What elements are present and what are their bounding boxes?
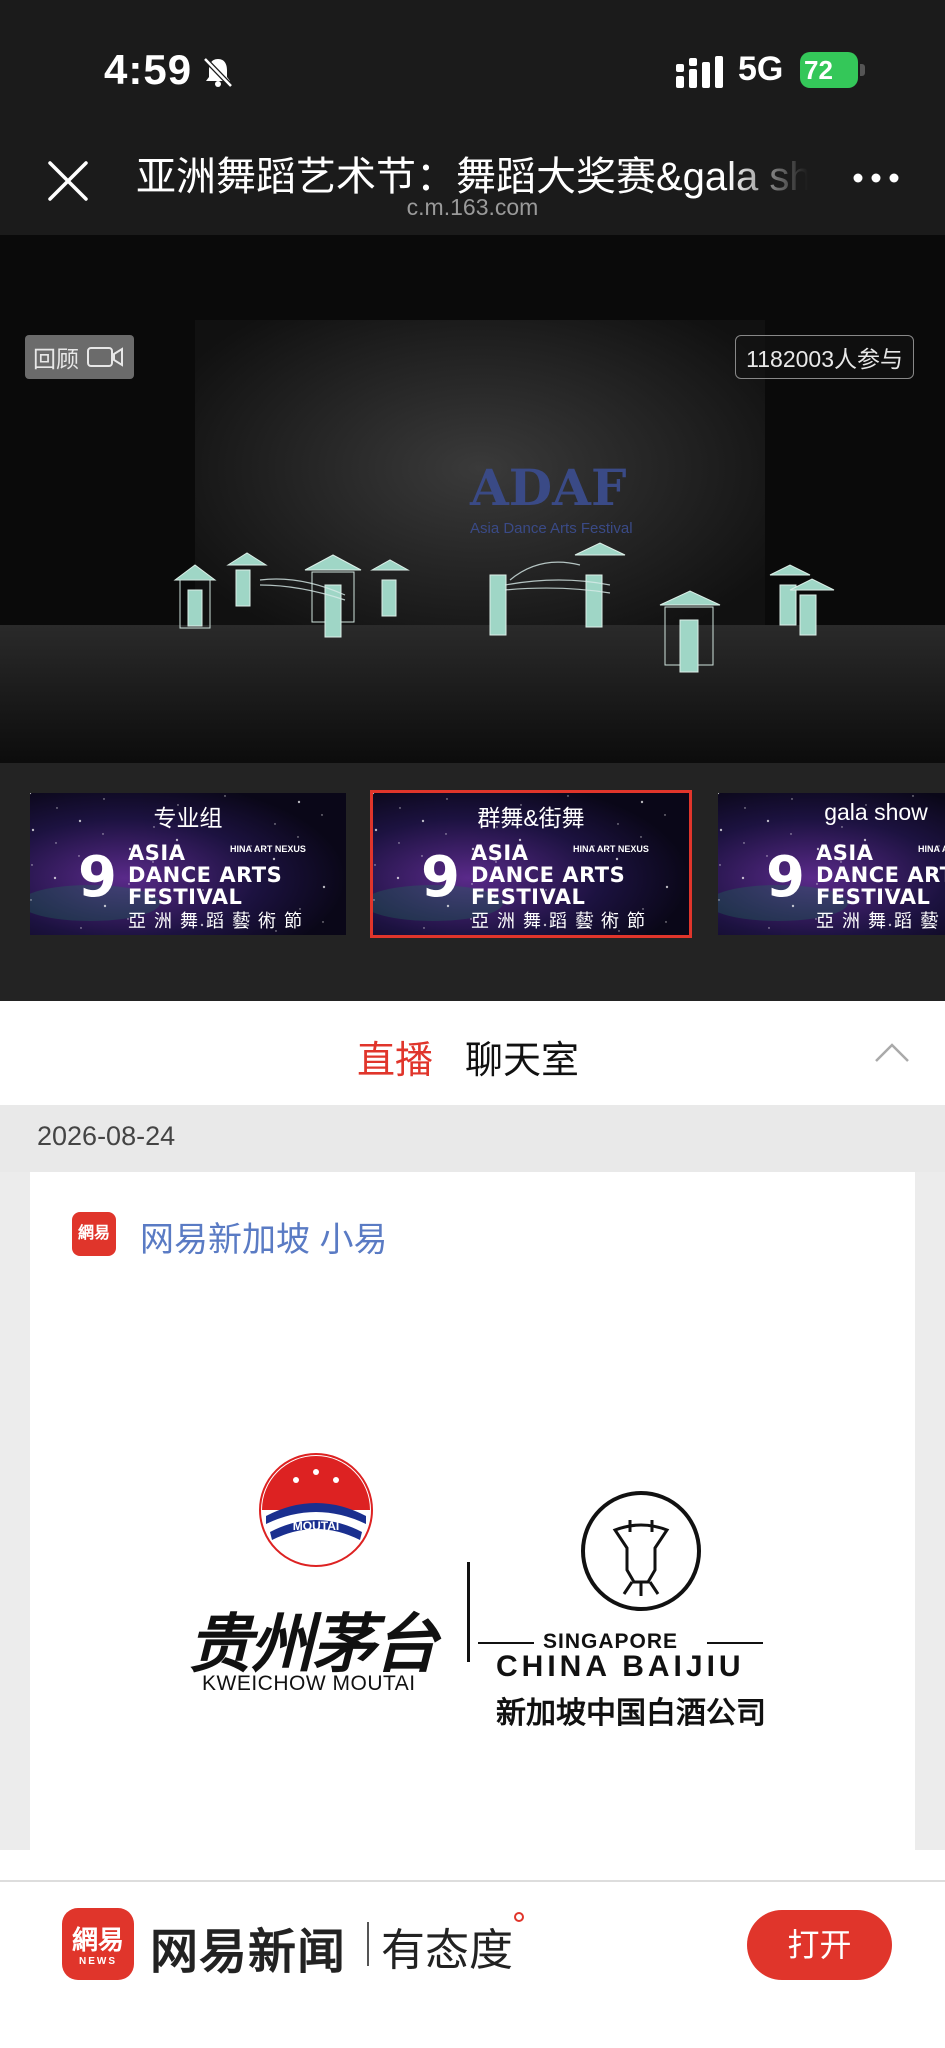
festival-line: ASIA: [128, 841, 186, 865]
logo-divider: [467, 1562, 470, 1662]
festival-line: ASIA: [816, 841, 874, 865]
video-frame: ADAF Asia Dance Arts Festival: [0, 235, 945, 763]
netease-news-logo: 網易 NEWS: [62, 1908, 134, 1980]
svg-text:MOUTAI: MOUTAI: [293, 1519, 339, 1533]
festival-line: FESTIVAL: [816, 885, 931, 909]
top-bar: 4:59 5G 72 亚洲舞蹈艺术节：舞蹈大奖赛&gala show c.m.1…: [0, 0, 945, 235]
festival-line: DANCE ARTS: [128, 863, 283, 887]
tab-chatroom[interactable]: 聊天室: [465, 1029, 579, 1084]
backdrop-sub: Asia Dance Arts Festival: [470, 520, 633, 537]
date-separator: 2026-08-24: [0, 1105, 945, 1172]
sg-main-text: CHINA BAIJIU: [496, 1650, 745, 1683]
slogan-dot: [514, 1912, 524, 1922]
network-label: 5G: [738, 50, 784, 88]
tab-bar: 直播 聊天室: [0, 1001, 945, 1105]
chevron-up-icon[interactable]: [874, 1041, 910, 1063]
festival-small: HINA ART NEXUS: [918, 844, 945, 854]
sg-cn-text: 新加坡中国白酒公司: [496, 1697, 766, 1730]
festival-line: DANCE ARTS: [471, 863, 626, 887]
bronze-vessel-icon: [581, 1491, 701, 1611]
playlist-item-label: 专业组: [153, 805, 223, 831]
tab-live[interactable]: 直播: [357, 1029, 433, 1084]
date-label: 2026-08-24: [37, 1121, 176, 1151]
festival-number: 9: [766, 845, 805, 910]
video-camera-icon: [87, 347, 123, 367]
festival-line: ASIA: [471, 841, 529, 865]
festival-number: 9: [78, 845, 117, 910]
festival-cn: 亞洲舞蹈藝術節: [816, 911, 945, 932]
festival-small: HINA ART NEXUS: [573, 844, 649, 854]
festival-line: FESTIVAL: [128, 885, 243, 909]
live-feed: 網易 网易新加坡 小易 MOUTAI 贵州茅台 KWEICHOW MOUTAI: [0, 1172, 945, 1850]
sponsor-logos-image: MOUTAI 贵州茅台 KWEICHOW MOUTAI SINGAPORE CH…: [160, 1450, 820, 1730]
viewer-count: 1182003人参与: [735, 335, 914, 379]
playlist-strip[interactable]: 专业组 9 ASIA HINA ART NEXUS DANCE ARTS FESTIVAL…: [0, 763, 945, 1001]
rule-right: [707, 1642, 763, 1644]
app-name: 网易新闻: [150, 1926, 347, 1979]
playlist-item[interactable]: gala show 9 ASIA HINA ART NEXUS DANCE ARTSFE…: [718, 793, 945, 935]
festival-line: DANCE ARTS: [816, 863, 945, 887]
festival-number: 9: [421, 845, 460, 910]
page-domain: c.m.163.com: [406, 194, 539, 220]
rule-left: [478, 1642, 534, 1644]
battery-icon: 72: [800, 52, 865, 88]
slogan-divider: [367, 1922, 369, 1966]
replay-label: 回顾: [33, 346, 79, 372]
playlist-item[interactable]: 群舞&街舞 9 ASIA HINA ART NEXUS DANCE ARTS FESTIV…: [370, 790, 692, 938]
app-slogan: 有态度: [381, 1926, 513, 1975]
playlist-item-label: gala show: [824, 799, 928, 825]
festival-cn: 亞洲舞蹈藝術節: [471, 911, 653, 932]
video-player[interactable]: ADAF Asia Dance Arts Festival 回顾 1182003…: [0, 235, 945, 763]
author-name[interactable]: 网易新加坡 小易: [140, 1212, 387, 1261]
bell-muted-icon: [203, 57, 233, 88]
moutai-emblem: MOUTAI: [259, 1453, 373, 1567]
open-app-button[interactable]: 打开: [747, 1910, 892, 1980]
author-avatar: 網易: [72, 1212, 116, 1256]
festival-small: HINA ART NEXUS: [230, 844, 306, 854]
status-time: 4:59: [104, 46, 193, 93]
festival-line: FESTIVAL: [471, 885, 586, 909]
backdrop-logo: ADAF: [469, 458, 626, 517]
more-icon[interactable]: [852, 170, 900, 186]
replay-badge: 回顾: [25, 335, 134, 379]
playlist-item-label: 群舞&街舞: [477, 805, 585, 831]
app-download-banner: 網易 NEWS 网易新闻 有态度 打开: [0, 1880, 945, 2048]
festival-cn: 亞洲舞蹈藝術節: [128, 911, 310, 932]
feed-card: 網易 网易新加坡 小易 MOUTAI 贵州茅台 KWEICHOW MOUTAI: [30, 1172, 915, 1850]
signal-icon: [676, 56, 723, 88]
playlist-item[interactable]: 专业组 9 ASIA HINA ART NEXUS DANCE ARTS FESTIVAL…: [30, 793, 346, 935]
moutai-en-text: KWEICHOW MOUTAI: [202, 1672, 416, 1695]
battery-percent: 72: [804, 55, 833, 85]
